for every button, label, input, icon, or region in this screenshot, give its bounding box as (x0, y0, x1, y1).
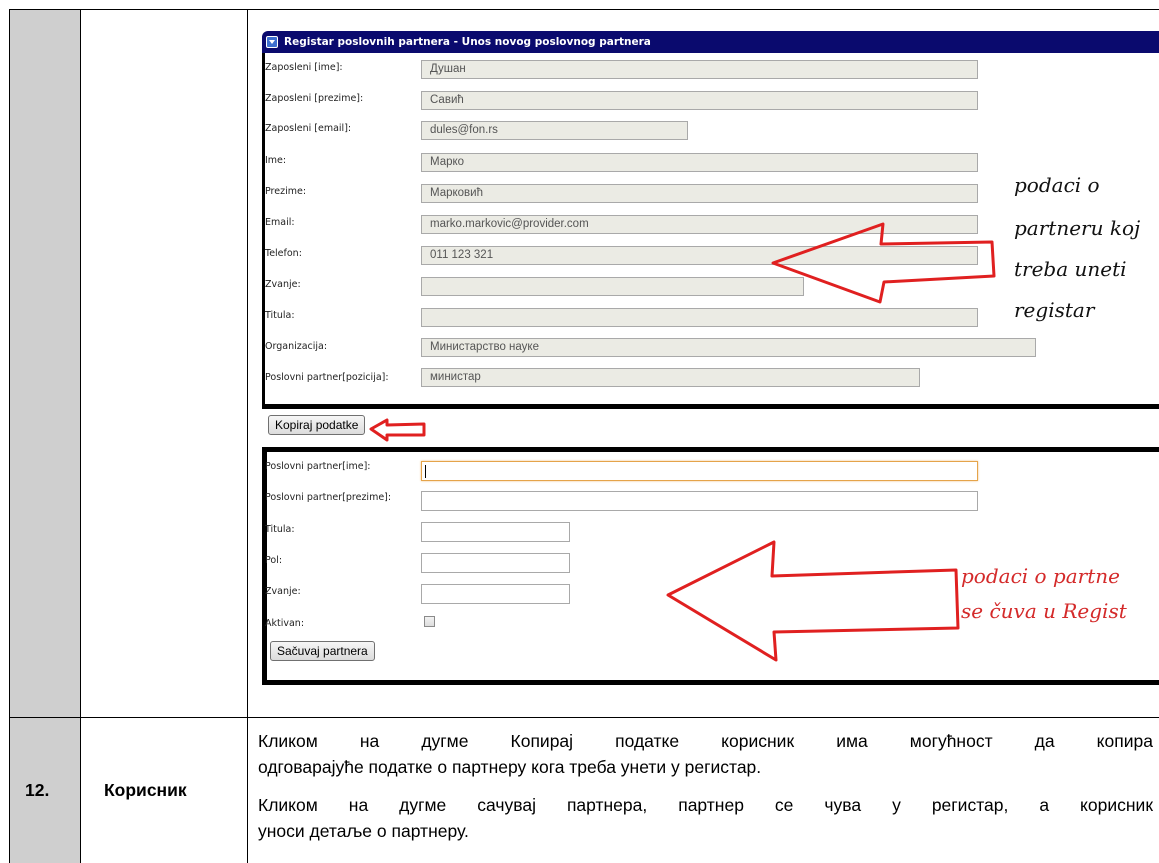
actor-name: Корисник (104, 780, 187, 800)
copy-data-button[interactable]: Kopiraj podatke (268, 415, 366, 435)
field-label: Zaposleni [prezime]: (265, 93, 364, 104)
field-label: Zaposleni [ime]: (265, 62, 343, 73)
annotation-line: podaci o partne (961, 564, 1120, 588)
table-left-border (9, 9, 10, 863)
employee-email-input[interactable]: dules@fon.rs (421, 121, 688, 140)
field-label: Zvanje: (265, 279, 301, 290)
annotation-line: podaci o (1014, 173, 1100, 197)
description-paragraph-1-line-2: одговарајуће податке о партнеру кога тре… (258, 757, 762, 777)
arrow-left-icon (771, 222, 996, 304)
field-label: Organizacija: (265, 341, 328, 352)
employee-first-name-input[interactable]: Душан (421, 60, 978, 79)
position-input[interactable]: министар (421, 368, 920, 387)
save-partner-button[interactable]: Sačuvaj partnera (270, 641, 375, 661)
window-titlebar: Registar poslovnih partnera - Unos novog… (262, 31, 1159, 53)
field-label: Poslovni partner[pozicija]: (265, 372, 389, 383)
field-label: Poslovni partner[prezime]: (265, 492, 392, 503)
active-checkbox[interactable] (424, 616, 435, 627)
table-top-border (9, 9, 1159, 10)
field-label: Prezime: (265, 186, 307, 197)
description-paragraph-1-line-1: Кликом на дугме Копирај податке корисник… (258, 731, 1153, 751)
field-label: Ime: (265, 155, 287, 166)
row-number: 12. (25, 780, 50, 800)
field-label: Titula: (265, 524, 295, 535)
field-label: Telefon: (265, 248, 302, 259)
partner-first-name-input[interactable] (421, 461, 978, 481)
description-paragraph-2-line-1: Кликом на дугме сачувај партнера, партне… (258, 795, 1153, 815)
partner-gender-input[interactable] (421, 553, 570, 573)
embedded-screenshot: Registar poslovnih partnera - Unos novog… (258, 31, 1159, 686)
rank-input[interactable] (421, 277, 804, 296)
field-label: Titula: (265, 310, 295, 321)
document-table: Registar poslovnih partnera - Unos novog… (0, 0, 1159, 863)
partner-title-input[interactable] (421, 522, 570, 542)
annotation-line: partneru koj (1014, 216, 1141, 240)
partner-last-name-input[interactable] (421, 491, 978, 511)
partner-rank-input[interactable] (421, 584, 570, 604)
annotation-line: registar (1014, 298, 1095, 322)
field-label: Email: (265, 217, 295, 228)
title-input[interactable] (421, 308, 978, 327)
field-label: Zaposleni [email]: (265, 123, 352, 134)
field-label: Poslovni partner[ime]: (265, 461, 371, 472)
window-title: Registar poslovnih partnera - Unos novog… (284, 36, 651, 48)
first-name-input[interactable]: Марко (421, 153, 978, 172)
field-label: Aktivan: (265, 618, 305, 629)
row-number-column (9, 9, 80, 863)
field-label: Pol: (265, 555, 283, 566)
column-divider-2 (247, 9, 248, 863)
chevron-down-icon[interactable] (266, 36, 278, 48)
row-divider (9, 717, 1159, 718)
organization-input[interactable]: Министарство науке (421, 338, 1036, 357)
column-divider-1 (80, 9, 81, 863)
annotation-line: se čuva u Regist (961, 599, 1127, 623)
employee-last-name-input[interactable]: Савић (421, 91, 978, 110)
arrow-left-icon (666, 540, 960, 662)
arrow-left-icon (369, 418, 426, 442)
text-caret (425, 465, 426, 478)
last-name-input[interactable]: Марковић (421, 184, 978, 203)
field-label: Zvanje: (265, 586, 301, 597)
annotation-line: treba uneti (1014, 257, 1127, 281)
description-paragraph-2-line-2: уноси детаље о партнеру. (258, 821, 469, 841)
